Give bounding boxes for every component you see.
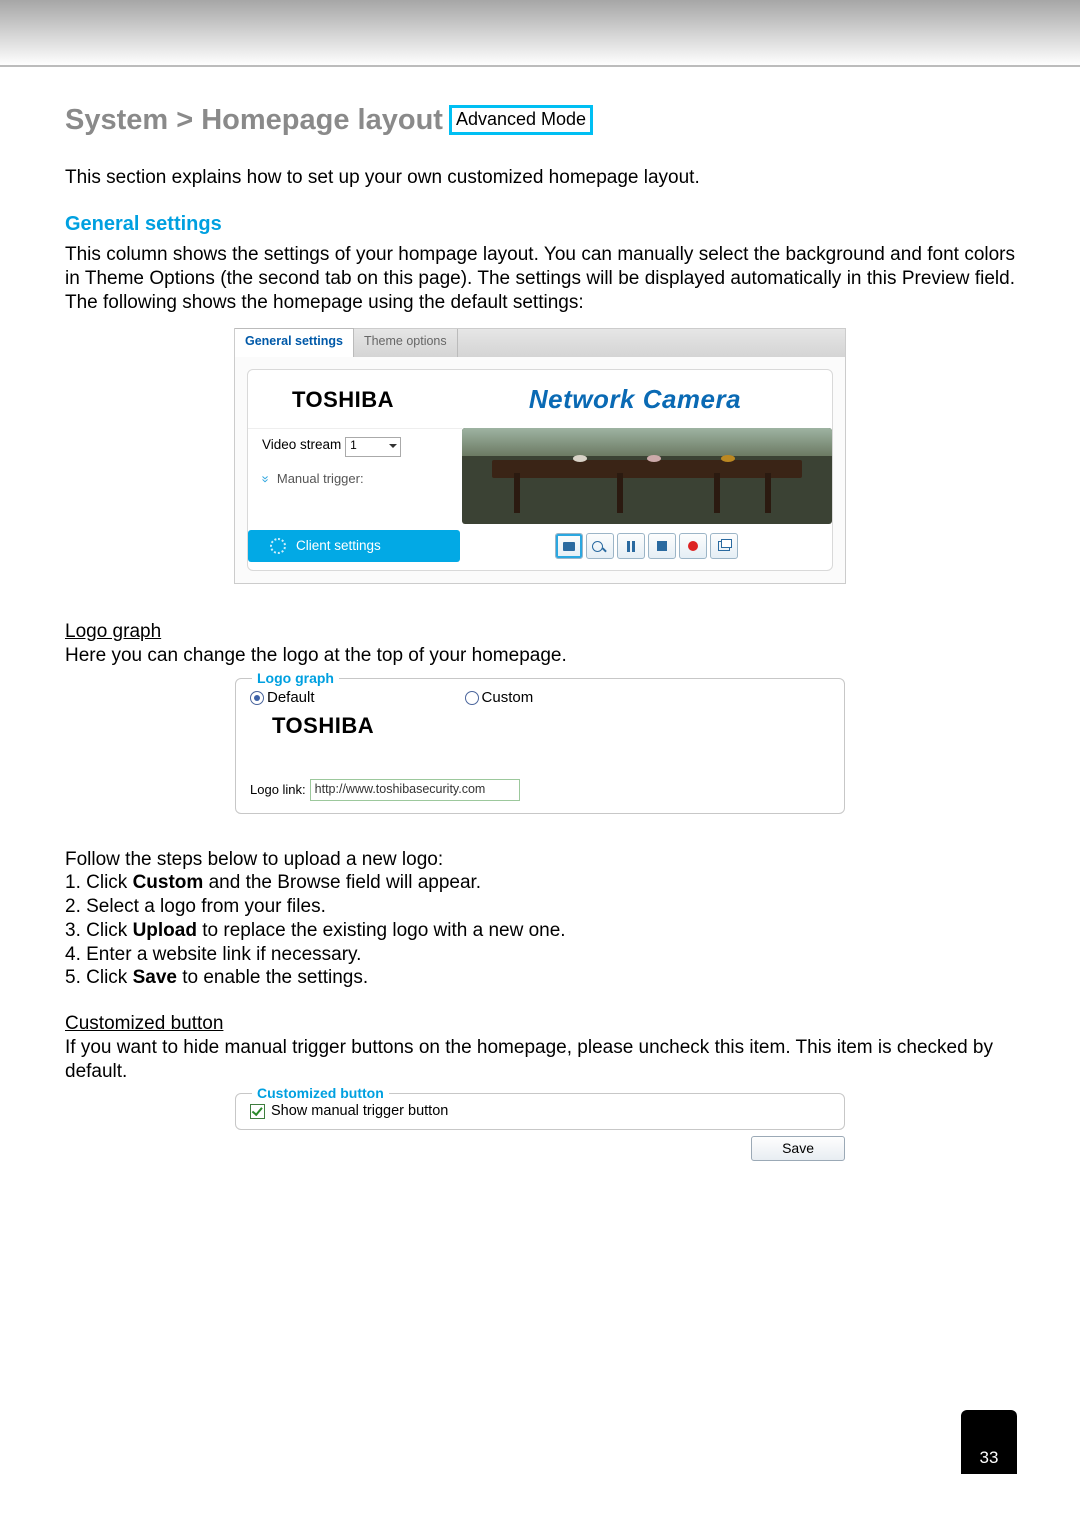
logo-graph-heading: Logo graph xyxy=(65,620,1015,644)
product-title: Network Camera xyxy=(438,383,832,416)
step-4: 4. Enter a website link if necessary. xyxy=(65,943,1015,967)
show-manual-trigger-label: Show manual trigger button xyxy=(271,1102,448,1120)
logo-graph-intro: Here you can change the logo at the top … xyxy=(65,644,1015,668)
radio-custom-label: Custom xyxy=(482,689,534,708)
camera-icon[interactable] xyxy=(555,533,583,559)
radio-custom[interactable]: Custom xyxy=(465,689,534,708)
customized-button-fieldset: Customized button Show manual trigger bu… xyxy=(235,1093,845,1129)
header-gradient xyxy=(0,0,1080,67)
general-settings-paragraph: This column shows the settings of your h… xyxy=(65,243,1015,314)
step-5: 5. Click Save to enable the settings. xyxy=(65,966,1015,990)
customized-button-heading: Customized button xyxy=(65,1012,1015,1036)
page-number: 33 xyxy=(961,1410,1017,1474)
tab-general-settings[interactable]: General settings xyxy=(235,328,354,357)
magnify-icon[interactable] xyxy=(586,533,614,559)
manual-trigger-label: Manual trigger: xyxy=(277,471,364,486)
record-icon[interactable] xyxy=(679,533,707,559)
radio-default-label: Default xyxy=(267,689,315,708)
radio-icon xyxy=(250,691,264,705)
step-3: 3. Click Upload to replace the existing … xyxy=(65,919,1015,943)
general-settings-title: General settings xyxy=(65,212,1015,237)
page-title: System > Homepage layout xyxy=(65,102,443,138)
brand-logo: TOSHIBA xyxy=(248,386,438,414)
default-logo-preview: TOSHIBA xyxy=(272,712,830,740)
video-stream-select[interactable]: 1 xyxy=(345,437,401,457)
client-settings-button[interactable]: Client settings xyxy=(248,530,460,562)
logo-link-label: Logo link: xyxy=(250,782,306,798)
save-button[interactable]: Save xyxy=(751,1136,845,1162)
logo-graph-fieldset: Logo graph Default Custom TOSHIBA Logo l… xyxy=(235,678,845,814)
step-2: 2. Select a logo from your files. xyxy=(65,895,1015,919)
gear-icon xyxy=(270,538,286,554)
intro-text: This section explains how to set up your… xyxy=(65,166,1015,190)
preview-panel: General settings Theme options TOSHIBA N… xyxy=(234,328,846,584)
video-stream-label: Video stream xyxy=(262,437,341,452)
advanced-mode-badge: Advanced Mode xyxy=(449,105,593,135)
show-manual-trigger-checkbox[interactable] xyxy=(250,1104,265,1119)
fullscreen-icon[interactable] xyxy=(710,533,738,559)
stop-icon[interactable] xyxy=(648,533,676,559)
radio-icon xyxy=(465,691,479,705)
customized-button-legend: Customized button xyxy=(252,1085,389,1103)
steps-intro: Follow the steps below to upload a new l… xyxy=(65,848,1015,872)
logo-graph-legend: Logo graph xyxy=(252,670,339,688)
pause-icon[interactable] xyxy=(617,533,645,559)
step-1: 1. Click Custom and the Browse field wil… xyxy=(65,871,1015,895)
tab-theme-options[interactable]: Theme options xyxy=(354,329,458,357)
video-preview xyxy=(462,428,832,524)
logo-link-input[interactable]: http://www.toshibasecurity.com xyxy=(310,779,520,801)
customized-button-paragraph: If you want to hide manual trigger butto… xyxy=(65,1036,1015,1084)
radio-default[interactable]: Default xyxy=(250,689,315,708)
client-settings-label: Client settings xyxy=(296,538,381,555)
expand-icon[interactable]: » xyxy=(257,476,273,483)
